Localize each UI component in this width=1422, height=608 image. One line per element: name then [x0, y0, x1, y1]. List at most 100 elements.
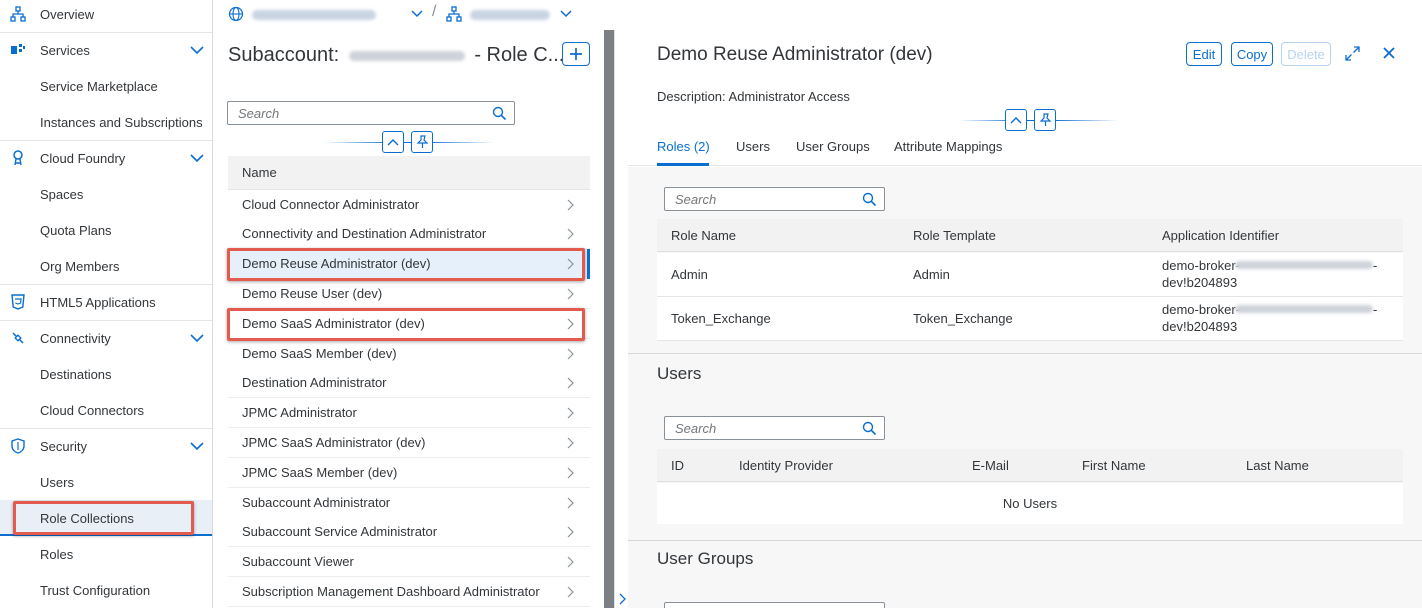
cell-role-template: Admin [913, 267, 950, 282]
list-item[interactable]: Subscription Management Dashboard Admini… [228, 577, 590, 607]
column-header-application-identifier: Application Identifier [1162, 228, 1280, 243]
chevron-right-icon [567, 437, 574, 449]
list-item-label: Demo Reuse Administrator (dev) [242, 256, 431, 271]
roles-table-header: Role Name Role Template Application Iden… [657, 219, 1403, 252]
users-table-header: ID Identity Provider E-Mail First Name L… [657, 449, 1403, 482]
divider [324, 142, 494, 143]
chevron-down-icon[interactable] [190, 44, 204, 56]
chevron-right-icon [567, 526, 574, 538]
connectivity-icon [12, 332, 24, 344]
pin-icon [1039, 113, 1052, 126]
chevron-down-icon[interactable] [190, 152, 204, 164]
fullscreen-icon[interactable] [1345, 46, 1360, 61]
list-item-label: Subscription Management Dashboard Admini… [242, 584, 540, 599]
list-item[interactable]: Connectivity and Destination Administrat… [228, 219, 590, 249]
breadcrumb: / [214, 0, 1422, 30]
column-header-last-name: Last Name [1246, 458, 1309, 473]
add-role-collection-button[interactable] [562, 42, 590, 66]
cell-app-id-dash: - [1373, 302, 1378, 317]
plus-icon [570, 48, 582, 60]
search-icon[interactable] [862, 421, 877, 436]
delete-button[interactable]: Delete [1281, 42, 1331, 66]
list-item[interactable]: Demo Reuse User (dev) [228, 279, 590, 309]
users-search-input[interactable]: Search [664, 416, 885, 440]
cloud-foundry-icon [13, 150, 23, 166]
nav-item-destinations[interactable]: Destinations [0, 356, 212, 392]
tab-roles[interactable]: Roles (2) [657, 139, 710, 154]
nav-item-spaces[interactable]: Spaces [0, 176, 212, 212]
nav-item-connectivity[interactable]: Connectivity [0, 320, 212, 356]
search-icon[interactable] [862, 192, 877, 207]
column-splitter[interactable] [604, 30, 614, 608]
list-item[interactable]: Subaccount Administrator [228, 488, 590, 518]
list-item[interactable]: JPMC SaaS Administrator (dev) [228, 428, 590, 458]
hierarchy-icon [10, 6, 26, 22]
chevron-down-icon[interactable] [411, 9, 423, 19]
side-navigation: Overview Services Service Marketplace In… [0, 0, 213, 608]
table-row[interactable]: Admin Admin demo-broker- - dev!b204893 [657, 253, 1403, 297]
nav-item-overview[interactable]: Overview [0, 0, 212, 32]
list-item-label: Destination Administrator [242, 375, 387, 390]
splitter-bar [614, 30, 628, 608]
list-item[interactable]: Cloud Connector Administrator [228, 190, 590, 220]
nav-item-html5-applications[interactable]: HTML5 Applications [0, 284, 212, 320]
chevron-right-icon [567, 467, 574, 479]
search-icon[interactable] [492, 106, 507, 121]
nav-label: Security [40, 438, 87, 454]
column-header-role-template: Role Template [913, 228, 996, 243]
nav-item-users[interactable]: Users [0, 464, 212, 500]
nav-item-role-collections[interactable]: Role Collections [0, 500, 212, 536]
nav-label: Cloud Foundry [40, 150, 126, 166]
cell-app-id-line1: demo-broker- [1162, 258, 1241, 273]
chevron-down-icon[interactable] [560, 9, 572, 19]
list-item-selected[interactable]: Demo Reuse Administrator (dev) [228, 249, 590, 279]
nav-label: Instances and Subscriptions [40, 114, 203, 130]
list-item[interactable]: JPMC Administrator [228, 398, 590, 428]
edit-button[interactable]: Edit [1186, 42, 1222, 66]
nav-item-security[interactable]: Security [0, 428, 212, 464]
user-groups-search-input[interactable] [664, 602, 885, 608]
tab-user-groups[interactable]: User Groups [796, 139, 870, 154]
list-item[interactable]: Subaccount Viewer [228, 547, 590, 577]
cell-app-id-line1: demo-broker- [1162, 302, 1241, 317]
app-root: Overview Services Service Marketplace In… [0, 0, 1422, 608]
tab-attribute-mappings[interactable]: Attribute Mappings [894, 139, 1002, 154]
table-row[interactable]: Token_Exchange Token_Exchange demo-broke… [657, 297, 1403, 341]
breadcrumb-subaccount[interactable] [470, 10, 550, 20]
nav-item-cloud-connectors[interactable]: Cloud Connectors [0, 392, 212, 428]
shield-icon [11, 438, 25, 454]
list-item[interactable]: Destination Administrator [228, 368, 590, 398]
nav-item-quota-plans[interactable]: Quota Plans [0, 212, 212, 248]
services-icon [11, 44, 25, 54]
chevron-right-icon[interactable] [618, 593, 626, 605]
list-item[interactable]: Demo SaaS Member (dev) [228, 339, 590, 369]
redacted-text [1235, 305, 1373, 313]
nav-item-instances-subscriptions[interactable]: Instances and Subscriptions [0, 104, 212, 140]
close-icon[interactable] [1383, 47, 1395, 59]
list-item-label: JPMC Administrator [242, 405, 357, 420]
cell-role-name: Admin [671, 267, 708, 282]
nav-item-cloud-foundry[interactable]: Cloud Foundry [0, 140, 212, 176]
cell-app-id-dash: - [1373, 258, 1378, 273]
nav-item-service-marketplace[interactable]: Service Marketplace [0, 68, 212, 104]
html5-icon [11, 294, 25, 310]
nav-item-services[interactable]: Services [0, 32, 212, 68]
hierarchy-icon [446, 6, 462, 22]
nav-item-roles[interactable]: Roles [0, 536, 212, 572]
chevron-down-icon[interactable] [190, 440, 204, 452]
nav-item-org-members[interactable]: Org Members [0, 248, 212, 284]
breadcrumb-global-account[interactable] [252, 10, 376, 20]
collapse-header-button[interactable] [382, 131, 404, 153]
pin-header-button[interactable] [411, 131, 433, 153]
tab-users[interactable]: Users [736, 139, 770, 154]
list-item[interactable]: JPMC SaaS Member (dev) [228, 458, 590, 488]
list-item[interactable]: Subaccount Service Administrator [228, 517, 590, 547]
copy-button[interactable]: Copy [1231, 42, 1273, 66]
chevron-down-icon[interactable] [190, 332, 204, 344]
roles-search-input[interactable]: Search [664, 187, 885, 211]
list-item[interactable]: Demo SaaS Administrator (dev) [228, 309, 590, 339]
nav-item-trust-configuration[interactable]: Trust Configuration [0, 572, 212, 608]
search-input[interactable]: Search [227, 101, 515, 125]
nav-label: Overview [40, 6, 95, 22]
chevron-right-icon [567, 288, 574, 300]
